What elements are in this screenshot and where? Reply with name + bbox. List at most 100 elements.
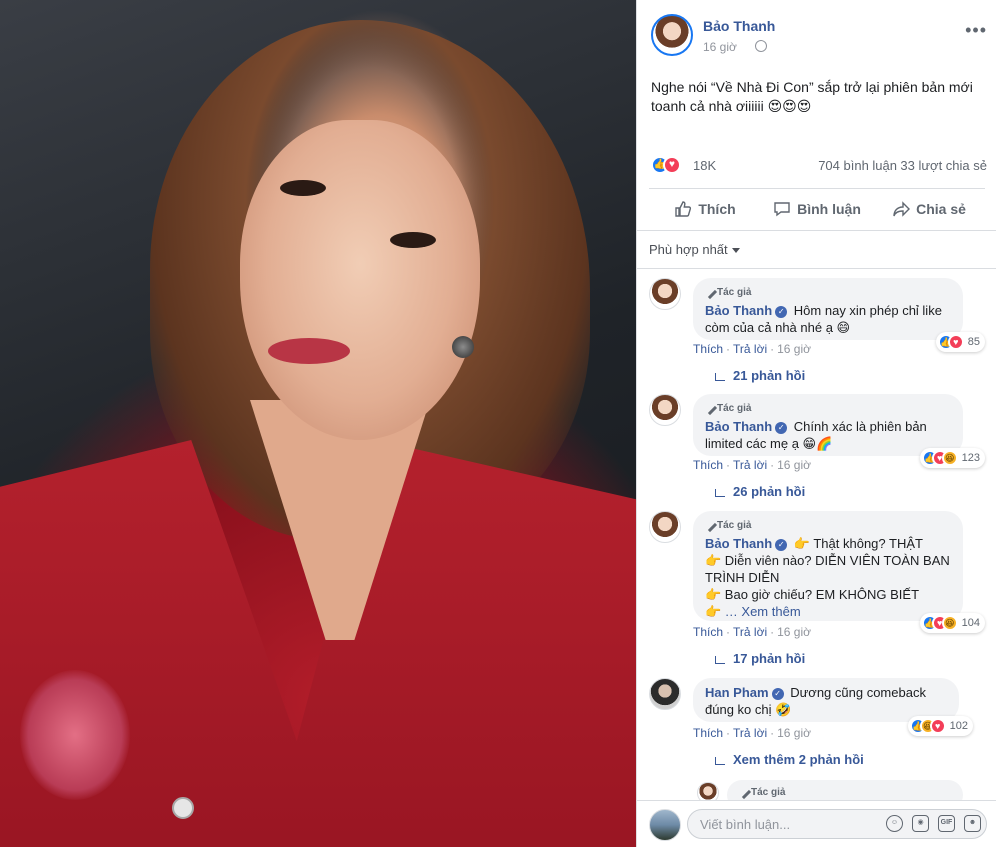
comment-count[interactable]: 704 bình luận [818,158,897,173]
comment-reply-link[interactable]: Trả lời [733,458,767,472]
comment-reaction-count: 102 [949,720,968,732]
composer-icons: ☺ ◉ GIF ☻ [886,815,981,832]
author-name[interactable]: Bảo Thanh [703,18,775,34]
commenter-name[interactable]: Bảo Thanh [705,536,772,551]
view-replies-link[interactable]: 17 phản hồi [715,651,805,666]
comment-line: 👉 Bao giờ chiếu? EM KHÔNG BIẾT [705,587,920,602]
comment-meta: Thích · Trả lời · 16 giờ [693,726,811,740]
comment-reply-link[interactable]: Trả lời [733,625,767,639]
post-actions: Thích Bình luận Chia sẻ [649,192,985,226]
haha-reaction-icon: 😆 [941,615,958,631]
share-count[interactable]: 33 lượt chia sẻ [900,158,987,173]
viewer-avatar[interactable] [649,809,681,841]
sticker-icon[interactable]: ☻ [964,815,981,832]
separator-dot: · [726,726,731,740]
commenter-avatar[interactable] [649,278,681,310]
reply-arrow-icon [715,655,725,664]
reaction-count[interactable]: 18K [693,158,716,173]
author-badge-label: Tác giả [717,520,752,531]
gif-icon[interactable]: GIF [938,815,955,832]
post-photo[interactable] [0,0,636,847]
comment-reactions[interactable]: 👍 ♥ 85 [935,332,985,352]
author-avatar[interactable] [651,14,693,56]
separator-dot: · [726,625,731,639]
reply-arrow-icon [715,488,725,497]
author-badge-label: Tác giả [717,287,752,298]
post-time[interactable]: 16 giờ [703,40,737,54]
comment-bubble: Tác giả Bảo Thanh ✓ 👉 Thật không? THẬT 👉 … [693,511,963,621]
share-button-label: Chia sẻ [916,201,966,217]
pencil-icon [736,785,752,800]
thumbs-up-icon [675,201,692,217]
share-arrow-icon [893,201,911,217]
caret-down-icon [731,248,740,254]
comment-time[interactable]: 16 giờ [777,458,811,472]
like-button[interactable]: Thích [649,192,761,226]
replies-label: 17 phản hồi [733,651,806,666]
comment-reactions[interactable]: 👍 😆 ♥ 102 [907,716,973,736]
reaction-summary[interactable]: 👍 ♥ 18K 704 bình luận 33 lượt chia sẻ [651,156,987,178]
comment-button[interactable]: Bình luận [761,192,873,226]
comment-time[interactable]: 16 giờ [777,342,811,356]
author-badge-label: Tác giả [717,403,752,414]
view-replies-link[interactable]: 21 phản hồi [715,368,805,383]
comment-bubble-icon [774,202,790,217]
comment-line: 👉 Thật không? THẬT [793,536,923,551]
see-more-link[interactable]: 👉 … Xem thêm [705,604,801,619]
divider [637,230,996,231]
comment-like-link[interactable]: Thích [693,726,723,740]
photo-face [240,120,480,440]
photo-flower-embroidery [20,670,130,800]
comment-reactions[interactable]: 👍 ♥ 😆 123 [919,448,985,468]
comment-reply-link[interactable]: Trả lời [733,342,767,356]
comment-time[interactable]: 16 giờ [777,726,811,740]
post-text: Nghe nói “Về Nhà Đi Con” sắp trở lại phi… [651,79,973,114]
comment-reply-link[interactable]: Trả lời [733,726,767,740]
commenter-name[interactable]: Bảo Thanh [705,303,772,318]
reply-arrow-icon [715,756,725,765]
love-reaction-icon: ♥ [929,718,946,734]
globe-icon [755,40,767,52]
pencil-icon [702,285,718,300]
separator-dot: · [726,458,731,472]
pencil-icon [702,401,718,416]
commenter-avatar[interactable] [649,394,681,426]
comment-composer: Viết bình luận... ☺ ◉ GIF ☻ [637,800,996,847]
comment-like-link[interactable]: Thích [693,342,723,356]
comment-like-link[interactable]: Thích [693,458,723,472]
commenter-avatar[interactable] [649,678,681,710]
post-header: Bảo Thanh 16 giờ ••• [651,14,991,58]
like-button-label: Thích [698,201,736,217]
separator-dot: · [770,726,775,740]
comment-like-link[interactable]: Thích [693,625,723,639]
replies-label: 21 phản hồi [733,368,806,383]
verified-icon: ✓ [775,305,788,318]
emoji-icon[interactable]: ☺ [886,815,903,832]
verified-icon: ✓ [775,538,788,551]
comment-time[interactable]: 16 giờ [777,625,811,639]
author-badge: Tác giả [702,284,951,301]
view-replies-link[interactable]: 26 phản hồi [715,484,805,499]
commenter-avatar[interactable] [649,511,681,543]
view-replies-link[interactable]: Xem thêm 2 phản hồi [715,752,864,767]
share-button[interactable]: Chia sẻ [873,192,985,226]
comment-reactions[interactable]: 👍 ♥ 😆 104 [919,613,985,633]
author-badge-label: Tác giả [751,787,786,798]
comment-button-label: Bình luận [797,201,861,217]
comment-item: Han Pham ✓ Dương cũng comeback đúng ko ch… [649,672,989,782]
comment-item: Tác giả Bảo Thanh ✓ Hôm nay xin phép chỉ … [649,272,989,392]
author-badge: Tác giả [702,517,951,534]
comment-meta: Thích · Trả lời · 16 giờ [693,625,811,639]
photo-earring [452,336,474,358]
camera-icon[interactable]: ◉ [912,815,929,832]
commenter-name[interactable]: Bảo Thanh [705,419,772,434]
divider [637,268,996,269]
photo-eye-right [390,232,436,248]
more-options-icon[interactable]: ••• [965,20,987,41]
author-badge: Tác giả [702,400,951,417]
comment-line: 👉 Diễn viên nào? DIỄN VIÊN TOÀN BAN TRÌN… [705,553,950,585]
comment-reaction-count: 104 [961,617,980,629]
commenter-name[interactable]: Han Pham [705,685,769,700]
comment-sort-dropdown[interactable]: Phù hợp nhất [649,242,740,257]
reply-item: Tác giả [697,778,987,810]
